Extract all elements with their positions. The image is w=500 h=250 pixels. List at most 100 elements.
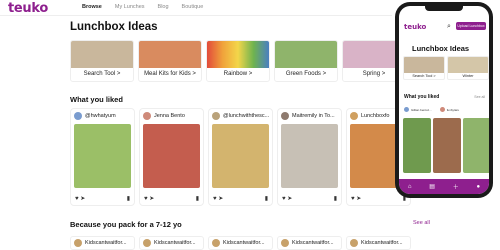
app-logo[interactable]: teuko xyxy=(8,1,48,16)
phone-user-row: Gillian bentoz... funbylaru xyxy=(404,107,459,112)
upload-lunchbox-button[interactable]: Upload Lunchbox xyxy=(456,22,486,30)
avatar xyxy=(281,239,289,247)
category-image xyxy=(71,41,133,68)
category-image xyxy=(139,41,201,68)
category-image xyxy=(207,41,269,68)
see-all-link[interactable]: See all xyxy=(413,220,430,226)
share-icon[interactable]: ➤ xyxy=(218,195,223,202)
heart-icon[interactable]: ♥ xyxy=(282,196,286,202)
card-username[interactable]: @lunchwiththesc... xyxy=(223,113,269,119)
lunch-photo[interactable] xyxy=(463,118,489,173)
card-username[interactable]: Lunchboxfo xyxy=(361,113,389,119)
phone-page-title: Lunchbox Ideas xyxy=(412,44,470,53)
card-username[interactable]: Kidscantwaitfor... xyxy=(85,240,127,246)
lunch-card[interactable]: @hwhatyum ♥ ➤ ▮ xyxy=(70,108,135,206)
add-icon[interactable]: ＋ xyxy=(453,182,459,191)
category-label: Green Foods > xyxy=(285,71,327,77)
nav-divider xyxy=(0,15,392,16)
category-tile-rainbow[interactable]: Rainbow > xyxy=(206,40,270,82)
heart-icon[interactable]: ♥ xyxy=(75,196,79,202)
card-username[interactable]: Kidscantwaitfor... xyxy=(223,240,265,246)
phone-logo[interactable]: teuko xyxy=(404,23,426,31)
lunch-photo[interactable] xyxy=(143,124,200,188)
nav-blog[interactable]: Blog xyxy=(158,4,169,10)
lunch-photo[interactable] xyxy=(281,124,338,188)
phone-category-winter[interactable]: Winter xyxy=(447,56,489,80)
phone-notch xyxy=(425,6,463,11)
avatar xyxy=(404,107,409,112)
avatar xyxy=(350,239,358,247)
phone-see-all-link[interactable]: See all xyxy=(474,95,485,99)
card-username[interactable]: Kidscantwaitfor... xyxy=(292,240,334,246)
lunch-card[interactable]: Kidscantwaitfor... xyxy=(277,236,342,250)
category-label: Rainbow > xyxy=(223,71,253,77)
avatar xyxy=(143,112,151,120)
bookmark-icon[interactable]: ▮ xyxy=(265,195,268,202)
phone-username[interactable]: Gillian bentoz... xyxy=(411,108,432,112)
age-heading: Because you pack for a 7-12 yo xyxy=(70,220,182,229)
phone-category-row: Search Tool > Winter xyxy=(403,56,489,80)
book-icon[interactable]: ▤ xyxy=(429,183,435,190)
category-tile-meal-kits[interactable]: Meal Kits for Kids > xyxy=(138,40,202,82)
category-label: Meal Kits for Kids > xyxy=(144,71,196,77)
bookmark-icon[interactable]: ▮ xyxy=(127,195,130,202)
card-username[interactable]: Maitremily in To... xyxy=(292,113,335,119)
card-username[interactable]: @hwhatyum xyxy=(85,113,116,119)
lunch-photo[interactable] xyxy=(74,124,131,188)
category-row: Search Tool > Meal Kits for Kids > Rainb… xyxy=(70,40,406,82)
phone-category-search-tool[interactable]: Search Tool > xyxy=(403,56,445,80)
lunch-photo[interactable] xyxy=(433,118,461,173)
share-icon[interactable]: ➤ xyxy=(287,195,292,202)
category-tile-green-foods[interactable]: Green Foods > xyxy=(274,40,338,82)
phone-username[interactable]: funbylaru xyxy=(447,108,459,112)
category-label: Search Tool > xyxy=(83,71,121,77)
liked-heading: What you liked xyxy=(70,95,123,104)
category-image xyxy=(448,57,488,73)
age-cards: Kidscantwaitfor... Kidscantwaitfor... Ki… xyxy=(70,236,411,250)
phone-photo-row xyxy=(403,118,489,173)
lunch-photo[interactable] xyxy=(212,124,269,188)
profile-icon[interactable]: ● xyxy=(476,184,480,190)
card-username[interactable]: Kidscantwaitfor... xyxy=(361,240,403,246)
card-username[interactable]: Jenna Bento xyxy=(154,113,185,119)
share-icon[interactable]: ➤ xyxy=(149,195,154,202)
avatar xyxy=(350,112,358,120)
share-icon[interactable]: ➤ xyxy=(356,195,361,202)
heart-icon[interactable]: ♥ xyxy=(351,196,355,202)
category-image xyxy=(404,57,444,73)
lunch-card[interactable]: Maitremily in To... ♥ ➤ ▮ xyxy=(277,108,342,206)
category-label: Winter xyxy=(462,74,474,78)
avatar xyxy=(74,112,82,120)
nav-boutique[interactable]: Boutique xyxy=(182,4,204,10)
lunch-card[interactable]: @lunchwiththesc... ♥ ➤ ▮ xyxy=(208,108,273,206)
category-tile-search-tool[interactable]: Search Tool > xyxy=(70,40,134,82)
lunch-card[interactable]: Kidscantwaitfor... xyxy=(208,236,273,250)
phone-screen: teuko ⌕ Upload Lunchbox Lunchbox Ideas S… xyxy=(399,6,489,194)
card-username[interactable]: Kidscantwaitfor... xyxy=(154,240,196,246)
nav-my-lunches[interactable]: My Lunches xyxy=(115,4,145,10)
share-icon[interactable]: ➤ xyxy=(80,195,85,202)
phone-liked-heading: What you liked xyxy=(404,94,440,100)
heart-icon[interactable]: ♥ xyxy=(144,196,148,202)
phone-mockup: teuko ⌕ Upload Lunchbox Lunchbox Ideas S… xyxy=(395,2,493,198)
avatar xyxy=(212,239,220,247)
lunch-card[interactable]: Kidscantwaitfor... xyxy=(70,236,135,250)
avatar xyxy=(143,239,151,247)
page-title: Lunchbox Ideas xyxy=(70,21,158,33)
lunch-card[interactable]: Kidscantwaitfor... xyxy=(139,236,204,250)
nav-browse[interactable]: Browse xyxy=(82,4,102,10)
avatar xyxy=(439,107,445,112)
avatar xyxy=(281,112,289,120)
lunch-card[interactable]: Jenna Bento ♥ ➤ ▮ xyxy=(139,108,204,206)
lunch-card[interactable]: Kidscantwaitfor... xyxy=(346,236,411,250)
liked-cards: @hwhatyum ♥ ➤ ▮ Jenna Bento ♥ ➤ ▮ @lunchwi… xyxy=(70,108,411,206)
home-icon[interactable]: ⌂ xyxy=(408,184,412,190)
avatar xyxy=(212,112,220,120)
top-nav: Browse My Lunches Blog Boutique xyxy=(82,4,203,10)
bookmark-icon[interactable]: ▮ xyxy=(334,195,337,202)
lunch-photo[interactable] xyxy=(403,118,431,173)
bookmark-icon[interactable]: ▮ xyxy=(196,195,199,202)
category-label: Search Tool > xyxy=(412,74,436,78)
search-icon[interactable]: ⌕ xyxy=(447,23,451,31)
heart-icon[interactable]: ♥ xyxy=(213,196,217,202)
